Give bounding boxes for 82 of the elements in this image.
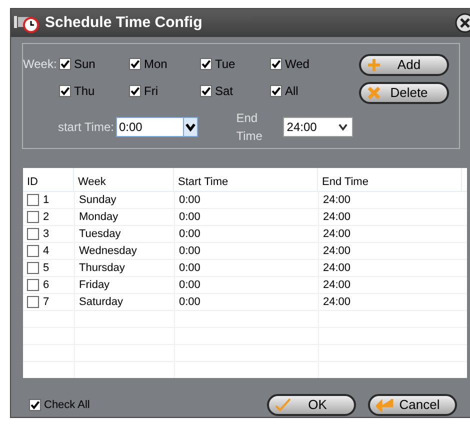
day-label: Sun: [74, 56, 96, 73]
checkbox[interactable]: [27, 245, 39, 257]
checkbox[interactable]: [27, 262, 39, 274]
day-label: All: [285, 83, 298, 100]
table-cell: 0:00: [174, 226, 318, 242]
start-time-dropdown[interactable]: 0:00: [116, 117, 198, 137]
table-cell: 24:00: [318, 242, 462, 260]
day-label: Tue: [215, 56, 236, 73]
table-cell: 24:00: [318, 208, 462, 226]
checkbox[interactable]: [270, 85, 282, 97]
checkmark-icon: [275, 398, 291, 412]
table-cell-text: 7: [43, 294, 50, 310]
checkbox[interactable]: [29, 399, 41, 411]
return-arrow-icon: [376, 398, 394, 412]
table-cell: 24:00: [318, 260, 462, 276]
checkbox[interactable]: [27, 228, 39, 240]
checkbox[interactable]: [270, 58, 282, 70]
table-cell-text: 4: [43, 244, 50, 259]
cross-icon: [367, 86, 381, 100]
day-label: Wed: [285, 56, 310, 73]
checkbox[interactable]: [27, 194, 39, 206]
table-cell: 0:00: [174, 242, 318, 260]
table-cell: 0:00: [174, 192, 318, 208]
column-header[interactable]: Week: [74, 168, 174, 191]
checkbox[interactable]: [27, 279, 39, 291]
day-label: Thu: [74, 83, 95, 100]
column-header[interactable]: Start Time: [174, 168, 318, 191]
start-time-label: start Time:: [57, 119, 115, 136]
column-header[interactable]: ID: [23, 168, 74, 191]
close-icon[interactable]: [455, 13, 470, 33]
checkbox[interactable]: [59, 58, 71, 70]
table-cell: Wednesday: [74, 242, 174, 260]
day-label: Mon: [144, 56, 168, 73]
plus-icon: [367, 58, 381, 72]
ok-button[interactable]: OK: [267, 394, 356, 416]
table-cell: Friday: [74, 276, 174, 294]
table-row[interactable]: 4 Wednesday 0:00 24:00: [23, 243, 467, 260]
checkbox[interactable]: [129, 85, 141, 97]
end-time-label: End Time: [236, 110, 264, 145]
table-cell: 24:00: [318, 192, 462, 208]
checkbox[interactable]: [27, 296, 39, 308]
check-all-label: Check All: [44, 398, 90, 413]
table-cell-text: 1: [43, 192, 50, 208]
table-cell: Tuesday: [74, 226, 174, 242]
table-cell: 0:00: [174, 260, 318, 276]
table-row[interactable]: 2 Monday 0:00 24:00: [23, 209, 467, 226]
day-label: Fri: [144, 83, 158, 100]
table-cell: 24:00: [318, 226, 462, 242]
add-button[interactable]: Add: [359, 54, 449, 76]
table-row[interactable]: 6 Friday 0:00 24:00: [23, 277, 467, 294]
checkbox[interactable]: [200, 85, 212, 97]
window-title: Schedule Time Config: [45, 12, 202, 33]
checkbox[interactable]: [59, 85, 71, 97]
table-cell: Thursday: [74, 260, 174, 276]
table-cell: 24:00: [318, 276, 462, 294]
checkbox[interactable]: [27, 211, 39, 223]
table-cell-text: 6: [43, 278, 50, 293]
table-row[interactable]: 7 Saturday 0:00 24:00: [23, 294, 467, 311]
checkbox[interactable]: [200, 58, 212, 70]
table-cell-text: 3: [43, 226, 50, 242]
table-row[interactable]: 1 Sunday 0:00 24:00: [23, 192, 467, 209]
cancel-button[interactable]: Cancel: [368, 394, 457, 416]
table-cell: 0:00: [174, 208, 318, 226]
table-cell: Saturday: [74, 294, 174, 310]
checkbox[interactable]: [129, 58, 141, 70]
table-cell: 24:00: [318, 294, 462, 310]
column-header[interactable]: End Time: [318, 168, 462, 191]
table-cell-text: 2: [43, 210, 50, 225]
delete-button[interactable]: Delete: [359, 82, 449, 104]
end-time-dropdown[interactable]: 24:00: [282, 117, 353, 137]
camera-clock-icon: [13, 13, 41, 33]
table-cell: 0:00: [174, 276, 318, 294]
table-cell: Monday: [74, 208, 174, 226]
chevron-down-icon: [337, 121, 349, 133]
table-cell-text: 5: [43, 260, 50, 276]
chevron-down-icon: [183, 118, 198, 136]
table-row[interactable]: 5 Thursday 0:00 24:00: [23, 260, 467, 277]
table-cell: 0:00: [174, 294, 318, 310]
week-label: Week:: [23, 56, 58, 73]
table-cell: Sunday: [74, 192, 174, 208]
table-row[interactable]: 3 Tuesday 0:00 24:00: [23, 226, 467, 243]
day-label: Sat: [215, 83, 234, 100]
